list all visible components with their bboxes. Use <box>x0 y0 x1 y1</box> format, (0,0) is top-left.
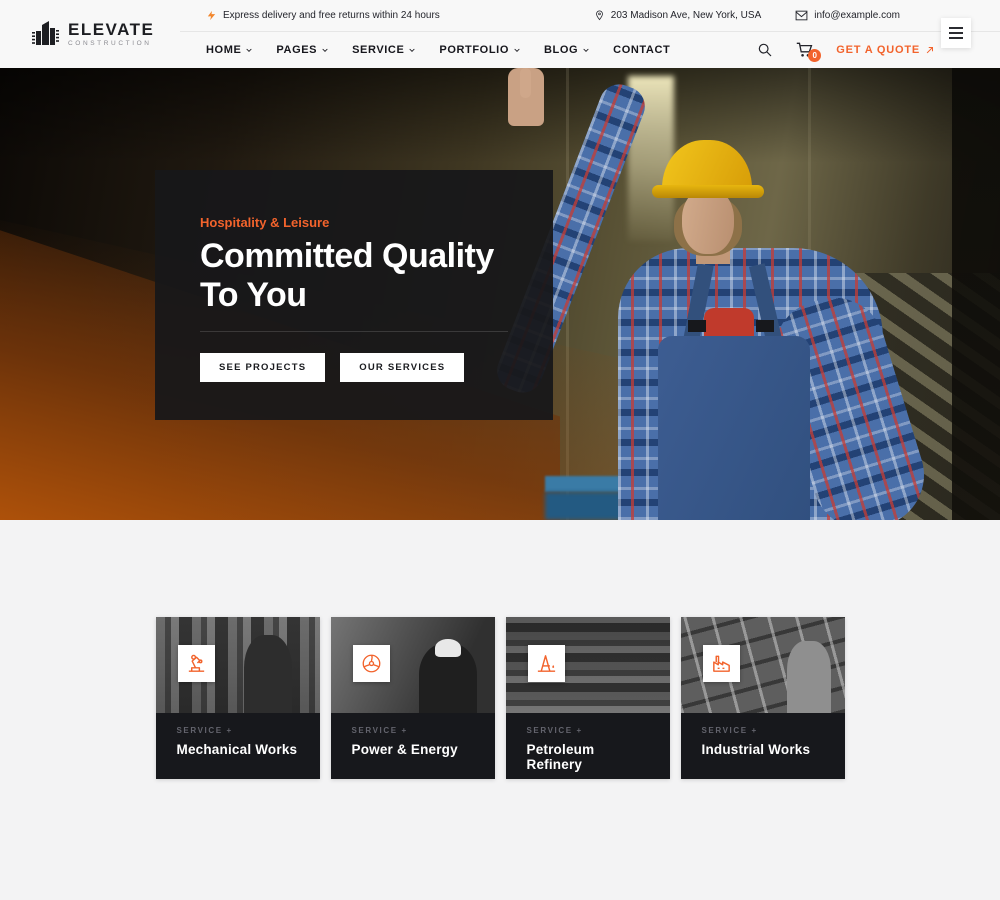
card-title: Mechanical Works <box>177 742 299 757</box>
card-eyebrow: SERVICE + <box>527 726 649 735</box>
nav-item-service[interactable]: SERVICE <box>352 44 416 56</box>
cart-count-badge: 0 <box>808 49 821 62</box>
service-icon-box <box>178 645 215 682</box>
hero-section: Hospitality & Leisure Committed QualityT… <box>0 68 1000 520</box>
card-image <box>506 617 670 713</box>
card-title: Power & Energy <box>352 742 474 757</box>
address-text: 203 Madison Ave, New York, USA <box>611 10 761 21</box>
logo-building-icon <box>32 19 59 49</box>
card-image <box>156 617 320 713</box>
card-eyebrow: SERVICE + <box>702 726 824 735</box>
nav-item-pages[interactable]: PAGES <box>276 44 329 56</box>
chevron-down-icon <box>513 46 521 54</box>
email-item[interactable]: info@example.com <box>795 10 900 21</box>
turbine-icon <box>360 652 383 675</box>
service-card-industrial-works[interactable]: SERVICE + Industrial Works <box>681 617 845 779</box>
search-button[interactable] <box>757 42 773 58</box>
search-icon <box>757 42 773 58</box>
see-projects-button[interactable]: SEE PROJECTS <box>200 353 325 382</box>
chevron-down-icon <box>408 46 416 54</box>
service-card-power-energy[interactable]: SERVICE + Power & Energy <box>331 617 495 779</box>
card-image <box>681 617 845 713</box>
our-services-button[interactable]: OUR SERVICES <box>340 353 464 382</box>
email-text: info@example.com <box>814 10 900 21</box>
hamburger-icon <box>949 27 963 29</box>
address-item: 203 Madison Ave, New York, USA <box>594 9 761 22</box>
factory-icon <box>710 652 733 675</box>
promo-message: Express delivery and free returns within… <box>206 9 440 22</box>
hero-buttons: SEE PROJECTS OUR SERVICES <box>200 353 508 382</box>
card-image <box>331 617 495 713</box>
header-right: Express delivery and free returns within… <box>180 0 1000 68</box>
nav-actions: 0 GET A QUOTE <box>757 41 935 58</box>
brand-logo[interactable]: ELEVATE CONSTRUCTION <box>0 0 180 68</box>
service-card-petroleum-refinery[interactable]: SERVICE + Petroleum Refinery <box>506 617 670 779</box>
chevron-down-icon <box>321 46 329 54</box>
card-title: Petroleum Refinery <box>527 742 649 772</box>
card-eyebrow: SERVICE + <box>177 726 299 735</box>
card-title: Industrial Works <box>702 742 824 757</box>
site-header: ELEVATE CONSTRUCTION Express delivery an… <box>0 0 1000 68</box>
strap-buckle <box>688 320 706 332</box>
promo-text: Express delivery and free returns within… <box>223 10 440 21</box>
card-body: SERVICE + Petroleum Refinery <box>506 713 670 785</box>
services-section: SERVICE + Mechanical Works SERVICE <box>0 520 1000 779</box>
page: ELEVATE CONSTRUCTION Express delivery an… <box>0 0 1000 900</box>
worker-overalls <box>658 336 810 520</box>
chevron-down-icon <box>582 46 590 54</box>
card-eyebrow: SERVICE + <box>352 726 474 735</box>
brand-tagline: CONSTRUCTION <box>68 41 154 48</box>
card-body: SERVICE + Mechanical Works <box>156 713 320 770</box>
hero-top-shade <box>0 68 1000 163</box>
hero-tagline: Hospitality & Leisure <box>200 215 508 230</box>
service-card-mechanical-works[interactable]: SERVICE + Mechanical Works <box>156 617 320 779</box>
topbar: Express delivery and free returns within… <box>180 0 1000 32</box>
lightning-icon <box>206 9 217 22</box>
card-body: SERVICE + Industrial Works <box>681 713 845 770</box>
service-icon-box <box>353 645 390 682</box>
nav-item-home[interactable]: HOME <box>206 44 253 56</box>
hero-title: Committed QualityTo You <box>200 237 508 315</box>
service-icon-box <box>703 645 740 682</box>
nav-item-contact[interactable]: CONTACT <box>613 44 670 56</box>
main-nav-row: HOME PAGES SERVICE PORTFOLIO <box>180 32 1000 67</box>
oil-refinery-icon <box>535 652 558 675</box>
arrow-up-right-icon <box>925 45 935 55</box>
service-icon-box <box>528 645 565 682</box>
brand-text: ELEVATE CONSTRUCTION <box>68 21 154 48</box>
strap-buckle <box>756 320 774 332</box>
brand-name: ELEVATE <box>68 21 154 38</box>
card-body: SERVICE + Power & Energy <box>331 713 495 770</box>
topbar-right: 203 Madison Ave, New York, USA info@exam… <box>594 9 900 22</box>
dark-pillar <box>952 68 1000 520</box>
mechanical-arm-icon <box>185 652 208 675</box>
nav-item-blog[interactable]: BLOG <box>544 44 590 56</box>
nav-item-portfolio[interactable]: PORTFOLIO <box>439 44 521 56</box>
cart-button[interactable]: 0 <box>795 41 814 58</box>
get-a-quote-link[interactable]: GET A QUOTE <box>836 44 935 56</box>
worker-pointing-finger <box>520 68 531 98</box>
location-pin-icon <box>594 9 605 22</box>
chevron-down-icon <box>245 46 253 54</box>
hero-divider <box>200 331 508 332</box>
main-nav: HOME PAGES SERVICE PORTFOLIO <box>206 44 670 56</box>
hero-content-panel: Hospitality & Leisure Committed QualityT… <box>155 170 553 420</box>
hard-hat-brim <box>652 185 764 198</box>
email-icon <box>795 10 808 21</box>
menu-button[interactable] <box>941 18 971 48</box>
